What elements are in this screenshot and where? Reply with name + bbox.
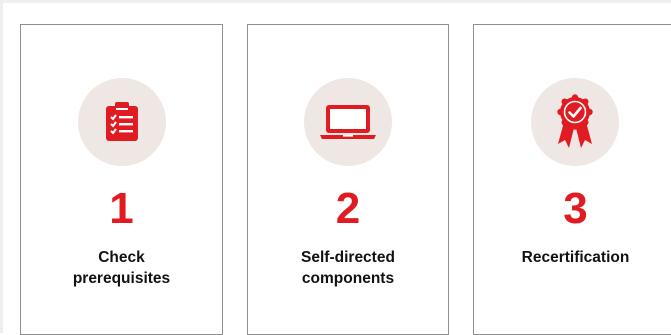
step-label: Self-directed components: [301, 249, 395, 287]
step-label: Check prerequisites: [72, 249, 171, 287]
award-ribbon-icon: [557, 94, 593, 148]
step-number: 2: [335, 184, 361, 233]
step-number: 1: [109, 184, 134, 233]
icon-badge: [78, 78, 166, 166]
icon-badge: [531, 78, 619, 166]
laptop-icon: [320, 105, 376, 139]
icon-badge: [304, 78, 392, 166]
step-number: 3: [563, 184, 588, 233]
step-label: Recertification: [521, 249, 630, 266]
steps-panel: 1 Check prerequisites 2 Self-directed co…: [0, 0, 671, 335]
clipboard-checklist-icon: [106, 102, 138, 141]
step-card-3: 3 Recertification: [473, 24, 671, 335]
step-card-2: 2 Self-directed components: [247, 24, 449, 335]
step-card-1: 1 Check prerequisites: [20, 24, 223, 335]
